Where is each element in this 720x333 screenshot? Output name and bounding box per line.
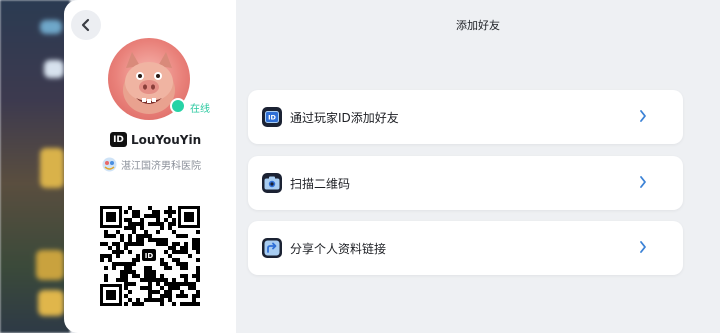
profile-qr-code: ID (100, 206, 200, 306)
qr-center-badge: ID (145, 252, 154, 260)
option-label: 通过玩家ID添加好友 (290, 110, 399, 125)
option-label: 分享个人资料链接 (290, 241, 387, 256)
profile-panel: 在线 ID LouYouYin 湛江国济男科医院 ID (64, 0, 236, 333)
username: LouYouYin (131, 132, 202, 147)
background-blob (44, 60, 64, 78)
chevron-right-icon (640, 241, 646, 253)
id-badge-icon: ID (110, 132, 127, 147)
scan-qr-option[interactable]: 扫描二维码 (248, 156, 683, 210)
online-status-dot (170, 98, 186, 114)
add-by-player-id-option[interactable]: ID 通过玩家ID添加好友 (248, 90, 683, 144)
camera-icon (262, 173, 282, 193)
background-blob (36, 250, 64, 280)
background-blob (38, 290, 64, 316)
hospital-logo-icon (102, 157, 117, 172)
add-friend-main: 添加好友 ID 通过玩家ID添加好友 扫描二维码 分享个人资料链接 (236, 0, 720, 333)
background-game-strip (0, 0, 70, 333)
chevron-right-icon (640, 176, 646, 188)
page-title: 添加好友 (456, 19, 500, 32)
chevron-left-icon (81, 18, 90, 32)
svg-text:ID: ID (268, 114, 276, 122)
share-profile-link-option[interactable]: 分享个人资料链接 (248, 221, 683, 275)
id-card-icon: ID (262, 107, 282, 127)
affiliation-text: 湛江国济男科医院 (121, 161, 201, 172)
qr-code-graphic: ID (100, 206, 200, 306)
share-icon (262, 238, 282, 258)
online-status-label: 在线 (190, 104, 210, 115)
back-button[interactable] (71, 10, 101, 40)
affiliation-row: 湛江国济男科医院 (102, 157, 201, 172)
username-row: ID LouYouYin (110, 132, 201, 147)
option-label: 扫描二维码 (290, 176, 351, 191)
background-blob (40, 20, 62, 34)
background-blob (40, 148, 64, 188)
chevron-right-icon (640, 110, 646, 122)
